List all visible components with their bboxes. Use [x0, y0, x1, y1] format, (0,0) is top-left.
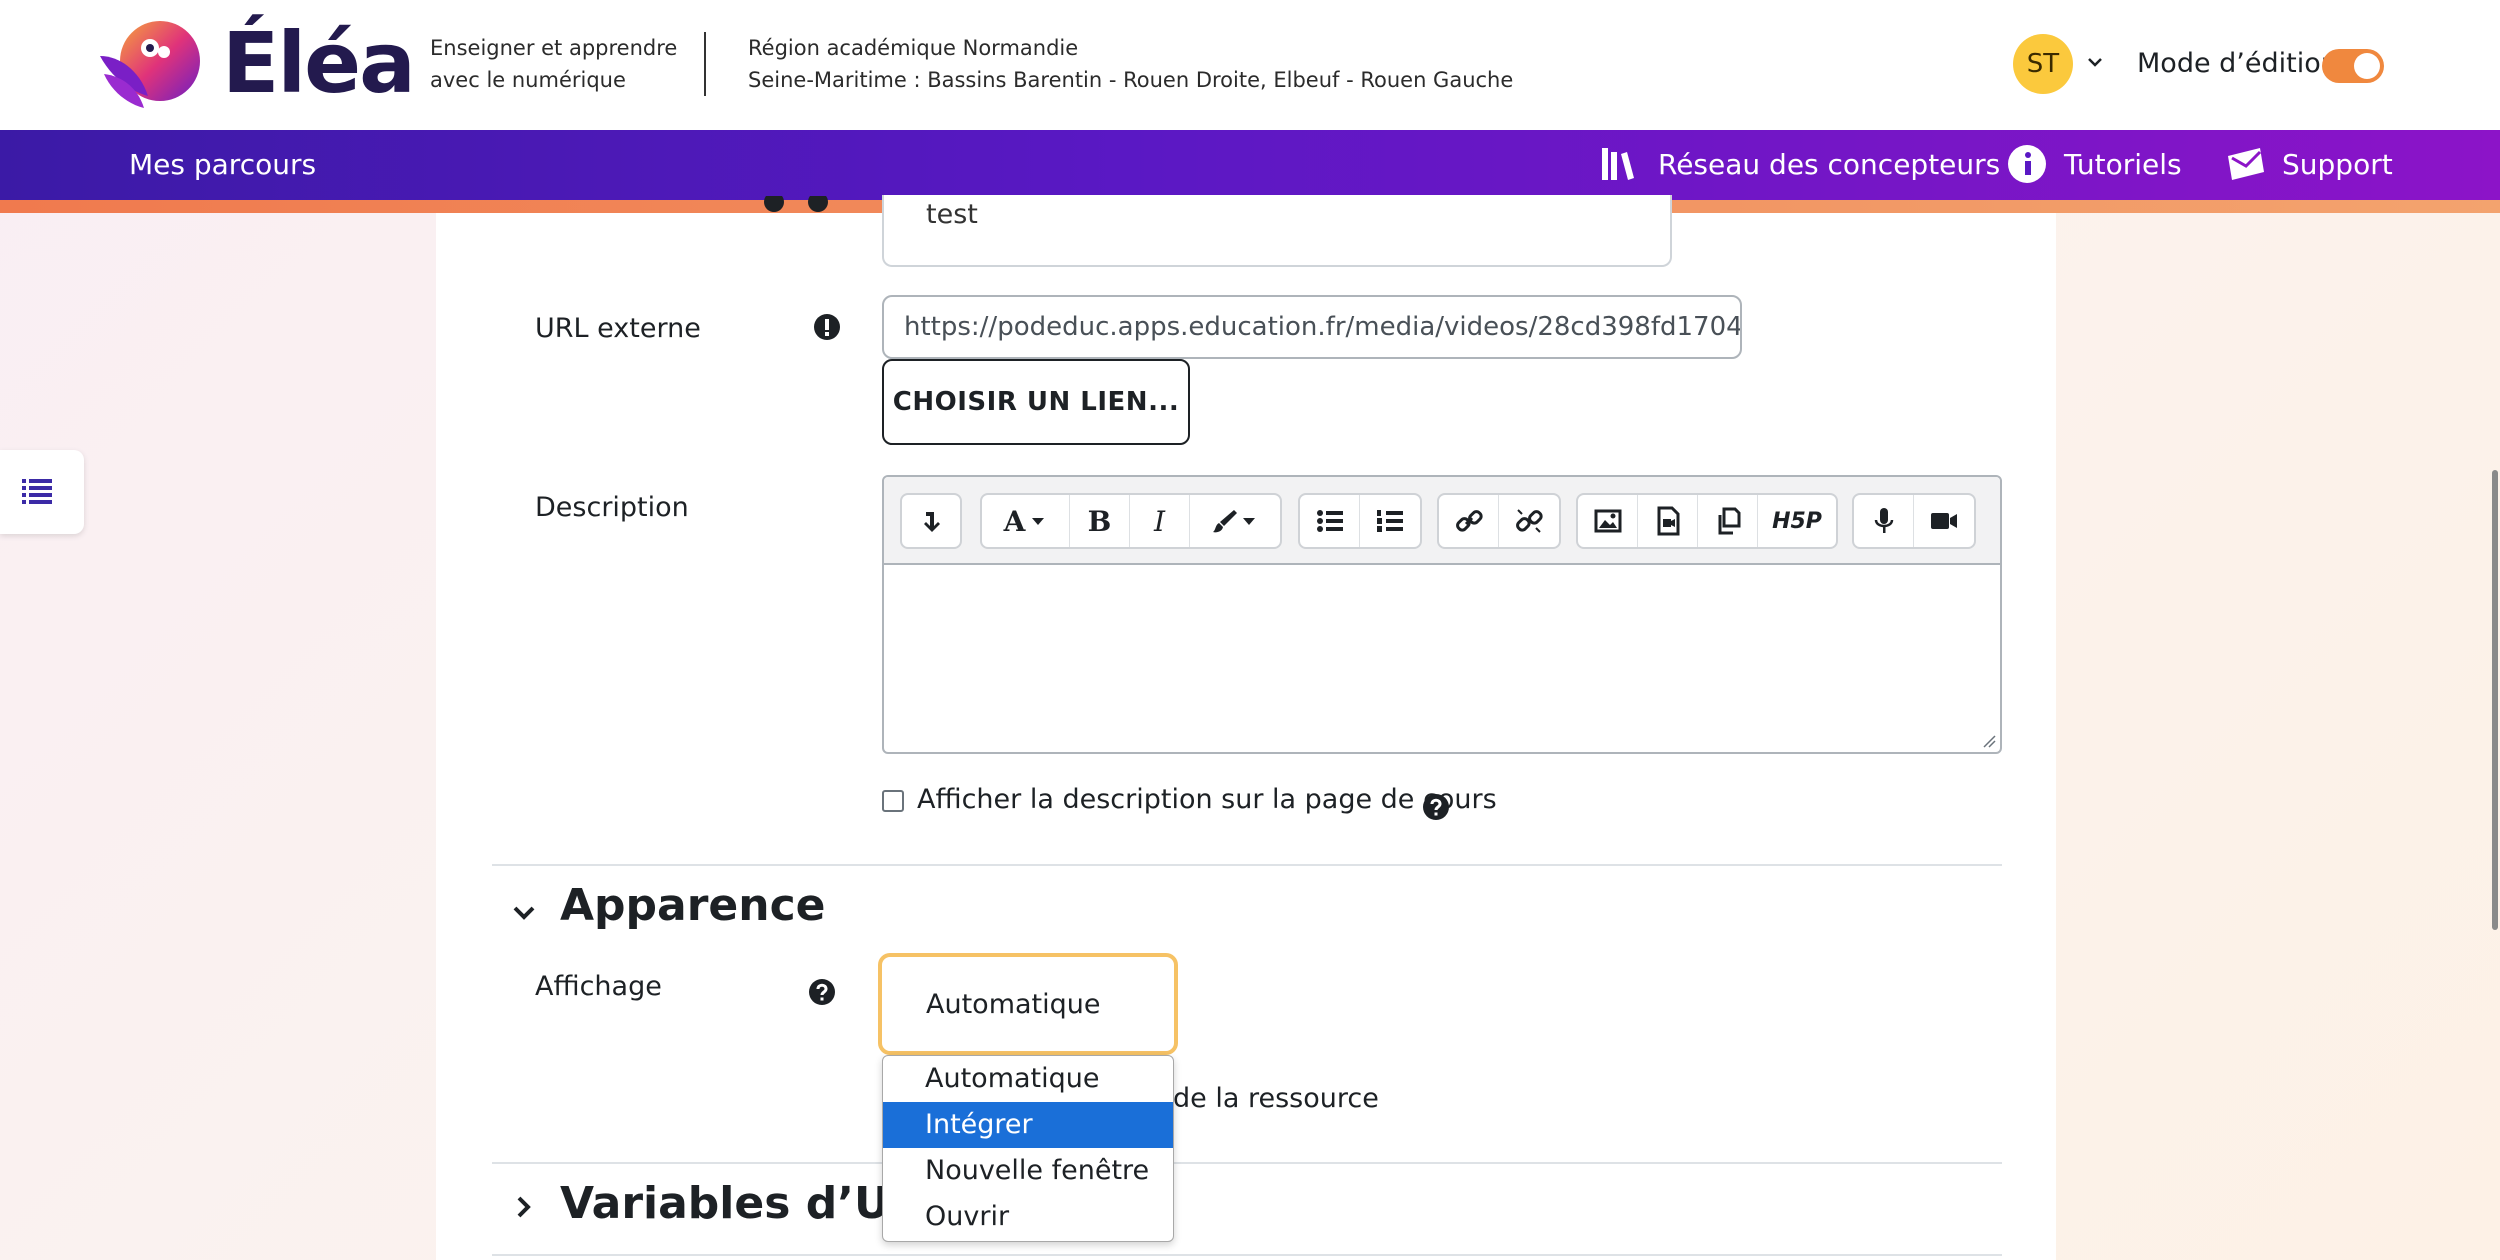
- display-select-dropdown: Automatique Intégrer Nouvelle fenêtre Ou…: [882, 1055, 1174, 1242]
- display-option-ouvrir[interactable]: Ouvrir: [883, 1194, 1173, 1240]
- name-input-value: test: [926, 199, 978, 230]
- description-editor: A B I H5P: [882, 475, 2002, 754]
- arrow-down-icon: [924, 512, 940, 532]
- insert-h5p-button[interactable]: H5P: [1758, 495, 1836, 547]
- name-input[interactable]: test: [882, 195, 1672, 267]
- library-books-icon: [1602, 148, 1634, 180]
- url-input[interactable]: https://podeduc.apps.education.fr/media/…: [882, 295, 1742, 359]
- italic-button[interactable]: I: [1130, 495, 1190, 547]
- microphone-icon: [1874, 508, 1893, 533]
- image-icon: [1594, 509, 1621, 533]
- bullet-list-button[interactable]: [1300, 495, 1360, 547]
- display-option-integrer[interactable]: Intégrer: [883, 1102, 1173, 1148]
- caret-down-icon: [1032, 518, 1045, 525]
- link-icon: [1455, 510, 1483, 532]
- numbered-list-button[interactable]: [1360, 495, 1420, 547]
- display-select-value: Automatique: [926, 989, 1101, 1020]
- required-icon[interactable]: [813, 313, 841, 341]
- url-label: URL externe: [535, 313, 701, 344]
- record-video-button[interactable]: [1914, 495, 1974, 547]
- editor-toolbar: A B I H5P: [884, 477, 2000, 565]
- display-select[interactable]: Automatique: [878, 953, 1178, 1055]
- display-option-automatique[interactable]: Automatique: [883, 1056, 1173, 1102]
- video-camera-icon: [1931, 513, 1957, 529]
- bullet-list-icon: [1316, 510, 1343, 532]
- brand-name: Éléa: [222, 14, 416, 112]
- info-icon: [2008, 145, 2046, 183]
- show-description-checkbox[interactable]: [882, 790, 904, 812]
- nav-my-courses[interactable]: Mes parcours: [129, 148, 316, 181]
- chevron-down-icon[interactable]: [509, 898, 539, 928]
- hidden-row-label: de la ressource: [1173, 1083, 1379, 1114]
- font-style-button[interactable]: A: [982, 495, 1070, 547]
- toolbar-group-format: A B I: [980, 493, 1282, 549]
- numbered-list-icon: [1377, 510, 1403, 532]
- show-description-label: Afficher la description sur la page de c…: [917, 784, 1497, 815]
- manage-files-button[interactable]: [1698, 495, 1758, 547]
- list-icon: [22, 479, 52, 504]
- display-option-nouvelle-fenetre[interactable]: Nouvelle fenêtre: [883, 1148, 1173, 1194]
- support-mail-icon: [2228, 148, 2264, 180]
- toolbar-group-media: H5P: [1576, 493, 1838, 549]
- display-label: Affichage: [535, 971, 662, 1002]
- insert-media-button[interactable]: [1638, 495, 1698, 547]
- help-icon[interactable]: [808, 978, 836, 1006]
- toggle-knob: [2354, 53, 2380, 79]
- tagline-line1: Enseigner et apprendre: [430, 36, 678, 60]
- edit-mode-toggle[interactable]: [2322, 49, 2384, 83]
- unlink-button[interactable]: [1499, 495, 1559, 547]
- paint-brush-icon: [1213, 510, 1237, 533]
- header-divider: [704, 32, 706, 96]
- region-line2: Seine-Maritime : Bassins Barentin - Roue…: [748, 68, 1514, 92]
- chevron-right-icon[interactable]: [509, 1192, 539, 1222]
- editor-content-area[interactable]: [884, 565, 2000, 752]
- section-divider: [492, 1162, 2002, 1164]
- edit-mode-label: Mode d’édition: [2137, 48, 2338, 79]
- user-avatar[interactable]: ST: [2013, 34, 2073, 94]
- required-help-icons: [764, 196, 828, 212]
- choose-link-button[interactable]: CHOISIR UN LIEN...: [882, 359, 1190, 445]
- appearance-section-title[interactable]: Apparence: [560, 880, 826, 931]
- caret-down-icon: [1243, 518, 1255, 525]
- link-button[interactable]: [1439, 495, 1499, 547]
- section-divider: [492, 864, 2002, 866]
- unlink-icon: [1516, 509, 1543, 533]
- chevron-down-icon[interactable]: [2085, 52, 2105, 72]
- file-video-icon: [1657, 506, 1679, 536]
- record-audio-button[interactable]: [1854, 495, 1914, 547]
- nav-tutorials[interactable]: Tutoriels: [2064, 148, 2182, 181]
- toolbar-toggle-button[interactable]: [902, 495, 960, 547]
- elea-logo-icon[interactable]: [100, 16, 215, 114]
- toolbar-group-lists: [1298, 493, 1422, 549]
- description-label: Description: [535, 492, 689, 523]
- help-icon[interactable]: [1422, 793, 1450, 821]
- region-info: Région académique Normandie Seine-Mariti…: [748, 32, 1513, 96]
- tagline-line2: avec le numérique: [430, 68, 626, 92]
- resize-handle-icon[interactable]: [1982, 734, 1996, 748]
- nav-support[interactable]: Support: [2282, 148, 2393, 181]
- section-divider: [492, 1254, 2002, 1256]
- bold-button[interactable]: B: [1070, 495, 1130, 547]
- toolbar-group-links: [1437, 493, 1561, 549]
- site-header: Éléa Enseigner et apprendre avec le numé…: [0, 0, 2500, 130]
- page-scrollbar[interactable]: [2492, 470, 2498, 930]
- insert-image-button[interactable]: [1578, 495, 1638, 547]
- primary-navigation: Mes parcours Réseau des concepteurs Tuto…: [0, 130, 2500, 200]
- toolbar-group-collapse: [900, 493, 962, 549]
- course-index-toggle[interactable]: [0, 450, 84, 534]
- copy-files-icon: [1718, 507, 1740, 535]
- text-color-button[interactable]: [1190, 495, 1278, 547]
- nav-designers-network[interactable]: Réseau des concepteurs: [1658, 148, 2000, 181]
- region-line1: Région académique Normandie: [748, 36, 1079, 60]
- font-style-label: A: [1003, 504, 1026, 538]
- brand-tagline: Enseigner et apprendre avec le numérique: [430, 32, 677, 96]
- toolbar-group-recording: [1852, 493, 1976, 549]
